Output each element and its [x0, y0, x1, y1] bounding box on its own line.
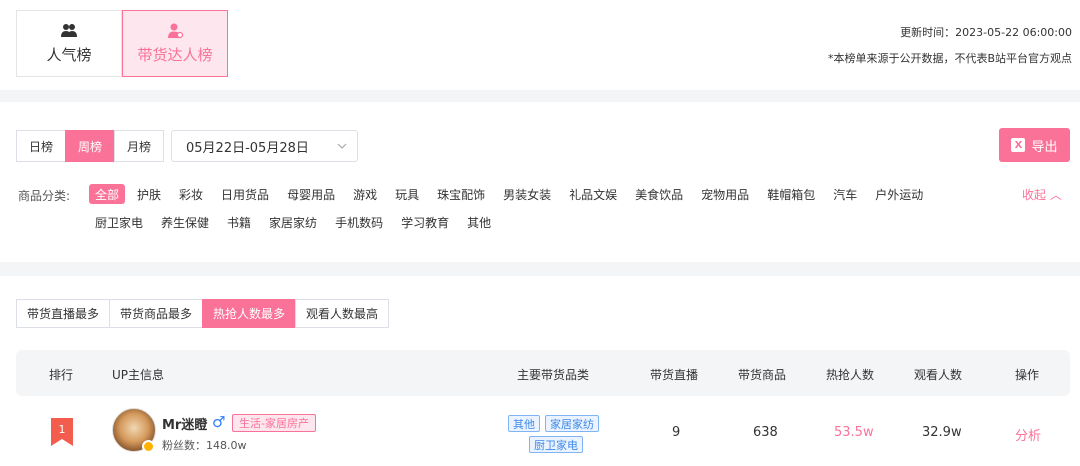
category-item[interactable]: 其他 [461, 212, 497, 232]
category-item[interactable]: 美食饮品 [629, 184, 689, 204]
up-category-tag: 生活-家居房产 [232, 414, 316, 432]
rank-number: 1 [59, 423, 66, 436]
live-count: 9 [672, 425, 681, 440]
col-view-count: 观看人数 [914, 368, 963, 382]
tab-popularity[interactable]: 人气榜 [16, 10, 122, 77]
col-action: 操作 [1015, 368, 1040, 382]
collapse-label: 收起 [1022, 188, 1047, 202]
col-goods-category: 主要带货品类 [517, 368, 590, 382]
sort-most-lives[interactable]: 带货直播最多 [16, 299, 111, 328]
category-item[interactable]: 宠物用品 [695, 184, 755, 204]
male-icon: ♂ [212, 413, 226, 431]
tab-sales-talent-label: 带货达人榜 [137, 46, 213, 64]
verified-icon [142, 440, 155, 453]
goods-tag: 厨卫家电 [529, 436, 583, 453]
users-icon [61, 24, 77, 37]
export-label: 导出 [1031, 139, 1058, 155]
goods-tag: 家居家纺 [545, 415, 599, 432]
col-live-count: 带货直播 [650, 368, 699, 382]
sort-most-hot[interactable]: 热抢人数最多 [202, 299, 297, 328]
category-item[interactable]: 游戏 [347, 184, 383, 204]
goods-tag: 其他 [508, 415, 540, 432]
date-range-select[interactable]: 05月22日-05月28日 [171, 130, 358, 162]
tab-sales-talent[interactable]: 带货达人榜 [122, 10, 228, 77]
disclaimer: *本榜单来源于公开数据，不代表B站平台官方观点 [827, 52, 1072, 65]
col-hot-count: 热抢人数 [826, 368, 875, 382]
fans-count: 粉丝数：148.0w [162, 439, 247, 452]
category-label: 商品分类: [18, 189, 71, 203]
collapse-toggle[interactable]: 收起 ︿ [1022, 186, 1062, 203]
period-daily[interactable]: 日榜 [16, 130, 67, 162]
col-goods-count: 带货商品 [738, 368, 787, 382]
excel-icon: X [1011, 138, 1026, 152]
col-rank: 排行 [49, 368, 74, 382]
category-item[interactable]: 手机数码 [329, 212, 389, 232]
category-item[interactable]: 彩妆 [173, 184, 209, 204]
chevron-down-icon [337, 143, 347, 149]
category-item[interactable]: 母婴用品 [281, 184, 341, 204]
category-item[interactable]: 玩具 [389, 184, 425, 204]
period-weekly[interactable]: 周榜 [65, 130, 116, 162]
update-time: 更新时间：2023-05-22 06:00:00 [900, 26, 1072, 39]
category-item[interactable]: 护肤 [131, 184, 167, 204]
view-count: 32.9w [922, 425, 962, 440]
chevron-up-icon: ︿ [1049, 188, 1062, 202]
category-item[interactable]: 家居家纺 [263, 212, 323, 232]
section-divider [0, 90, 1080, 102]
table-header: 排行 UP主信息 主要带货品类 带货直播 带货商品 热抢人数 观看人数 操作 [16, 350, 1070, 396]
col-up-info: UP主信息 [112, 368, 165, 382]
section-divider [0, 262, 1080, 276]
sort-most-goods[interactable]: 带货商品最多 [109, 299, 204, 328]
up-name[interactable]: Mr迷瞪 [162, 414, 207, 433]
sort-most-views[interactable]: 观看人数最高 [295, 299, 390, 328]
export-button[interactable]: X 导出 [999, 128, 1070, 162]
category-item[interactable]: 全部 [89, 184, 126, 204]
tab-popularity-label: 人气榜 [46, 46, 92, 64]
category-item[interactable]: 养生保健 [155, 212, 215, 232]
period-monthly[interactable]: 月榜 [114, 130, 165, 162]
user-badge-icon [168, 23, 184, 39]
goods-count: 638 [753, 425, 778, 440]
category-item[interactable]: 学习教育 [395, 212, 455, 232]
category-item[interactable]: 男装女装 [497, 184, 557, 204]
category-item[interactable]: 户外运动 [869, 184, 929, 204]
analyze-link[interactable]: 分析 [1015, 425, 1041, 444]
sort-tabs: 带货直播最多 带货商品最多 热抢人数最多 观看人数最高 [16, 299, 390, 328]
category-item[interactable]: 礼品文娱 [563, 184, 623, 204]
category-item[interactable]: 厨卫家电 [89, 212, 149, 232]
category-item[interactable]: 鞋帽箱包 [761, 184, 821, 204]
category-row-2: 厨卫家电 养生保健 书籍 家居家纺 手机数码 学习教育 其他 [89, 212, 503, 232]
period-selector: 日榜 周榜 月榜 [16, 130, 165, 162]
rank-badge-icon: 1 [51, 418, 73, 446]
header: 人气榜 带货达人榜 更新时间：2023-05-22 06:00:00 *本榜单来… [0, 0, 1080, 90]
category-item[interactable]: 日用货品 [215, 184, 275, 204]
category-item[interactable]: 汽车 [827, 184, 863, 204]
hot-count: 53.5w [834, 425, 874, 440]
category-row-1: 全部 护肤 彩妆 日用货品 母婴用品 游戏 玩具 珠宝配饰 男装女装 礼品文娱 … [89, 184, 935, 204]
category-item[interactable]: 珠宝配饰 [431, 184, 491, 204]
category-item[interactable]: 书籍 [221, 212, 257, 232]
date-range-value: 05月22日-05月28日 [186, 140, 309, 156]
